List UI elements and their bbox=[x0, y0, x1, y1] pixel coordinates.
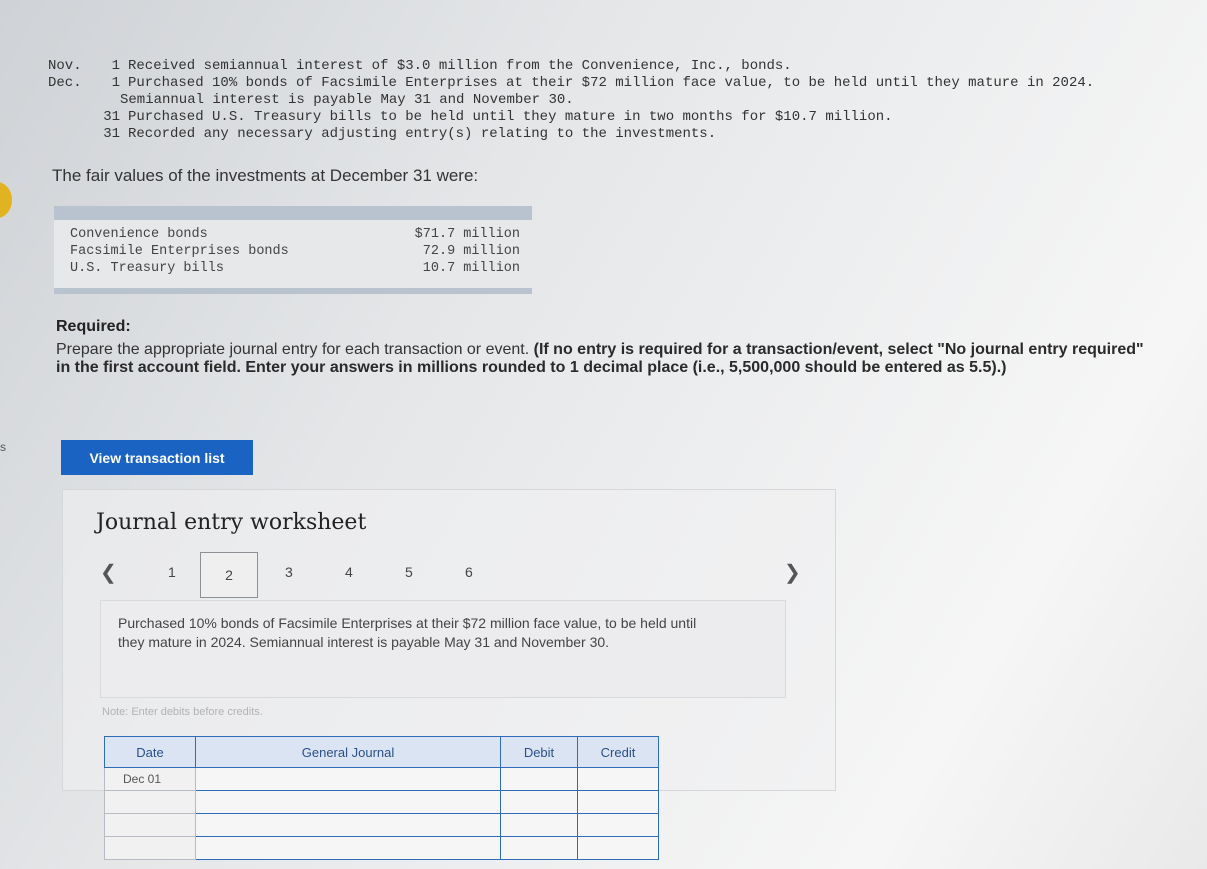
transaction-list: Nov. 1 Received semiannual interest of $3.… bbox=[48, 58, 1094, 143]
debit-field[interactable] bbox=[500, 790, 578, 814]
page-6[interactable]: 6 bbox=[465, 564, 473, 580]
journal-row bbox=[104, 836, 659, 860]
journal-row bbox=[104, 813, 659, 837]
date-cell bbox=[104, 790, 196, 814]
page-1[interactable]: 1 bbox=[168, 564, 176, 580]
page-3[interactable]: 3 bbox=[285, 564, 293, 580]
view-transaction-list-button[interactable]: View transaction list bbox=[61, 440, 253, 475]
journal-table: Date General Journal Debit Credit Dec 01 bbox=[104, 736, 659, 860]
account-header: General Journal bbox=[195, 736, 501, 768]
account-field[interactable] bbox=[195, 767, 501, 791]
credit-header: Credit bbox=[577, 736, 659, 768]
transaction-row: Dec. 1 Purchased 10% bonds of Facsimile En… bbox=[48, 75, 1095, 91]
page-5[interactable]: 5 bbox=[405, 564, 413, 580]
worksheet-title: Journal entry worksheet bbox=[96, 510, 367, 535]
fair-values-intro: The fair values of the investments at De… bbox=[52, 166, 479, 185]
transaction-row: Semiannual interest is payable May 31 an… bbox=[120, 92, 574, 108]
credit-field[interactable] bbox=[577, 790, 659, 814]
page-4[interactable]: 4 bbox=[345, 564, 353, 580]
fair-value-row: Facsimile Enterprises bonds 72.9 million bbox=[70, 244, 520, 259]
account-field[interactable] bbox=[195, 790, 501, 814]
page-2-active[interactable]: 2 bbox=[200, 552, 258, 598]
chevron-right-icon[interactable]: ❯ bbox=[784, 560, 801, 585]
worksheet-pager: ❮ 1 2 3 4 5 6 ❯ bbox=[0, 552, 1207, 600]
debit-header: Debit bbox=[500, 736, 578, 768]
fair-value-row: U.S. Treasury bills 10.7 million bbox=[70, 261, 520, 276]
help-badge bbox=[0, 182, 12, 218]
debit-field[interactable] bbox=[500, 813, 578, 837]
note-text: Note: Enter debits before credits. bbox=[102, 706, 263, 718]
credit-field[interactable] bbox=[577, 767, 659, 791]
journal-row: Dec 01 bbox=[104, 767, 659, 791]
debit-field[interactable] bbox=[500, 767, 578, 791]
transaction-row: 31 Purchased U.S. Treasury bills to be he… bbox=[103, 109, 893, 125]
credit-field[interactable] bbox=[577, 836, 659, 860]
date-header: Date bbox=[104, 736, 196, 768]
date-cell bbox=[104, 813, 196, 837]
date-cell bbox=[104, 836, 196, 860]
required-title: Required: bbox=[56, 318, 131, 335]
transaction-row: Nov. 1 Received semiannual interest of $3.… bbox=[48, 58, 792, 74]
journal-header-row: Date General Journal Debit Credit bbox=[104, 736, 659, 768]
required-instructions: Prepare the appropriate journal entry fo… bbox=[56, 341, 1144, 376]
fair-value-row: Convenience bonds $71.7 million bbox=[70, 227, 520, 242]
transaction-row: 31 Recorded any necessary adjusting entry… bbox=[103, 126, 717, 142]
side-text: s bbox=[0, 440, 6, 454]
transaction-description: Purchased 10% bonds of Facsimile Enterpr… bbox=[118, 615, 697, 650]
credit-field[interactable] bbox=[577, 813, 659, 837]
chevron-left-icon[interactable]: ❮ bbox=[100, 560, 117, 585]
date-cell: Dec 01 bbox=[104, 767, 196, 791]
account-field[interactable] bbox=[195, 836, 501, 860]
account-field[interactable] bbox=[195, 813, 501, 837]
journal-row bbox=[104, 790, 659, 814]
fair-values-table: Convenience bonds $71.7 million Facsimile… bbox=[54, 206, 532, 294]
debit-field[interactable] bbox=[500, 836, 578, 860]
